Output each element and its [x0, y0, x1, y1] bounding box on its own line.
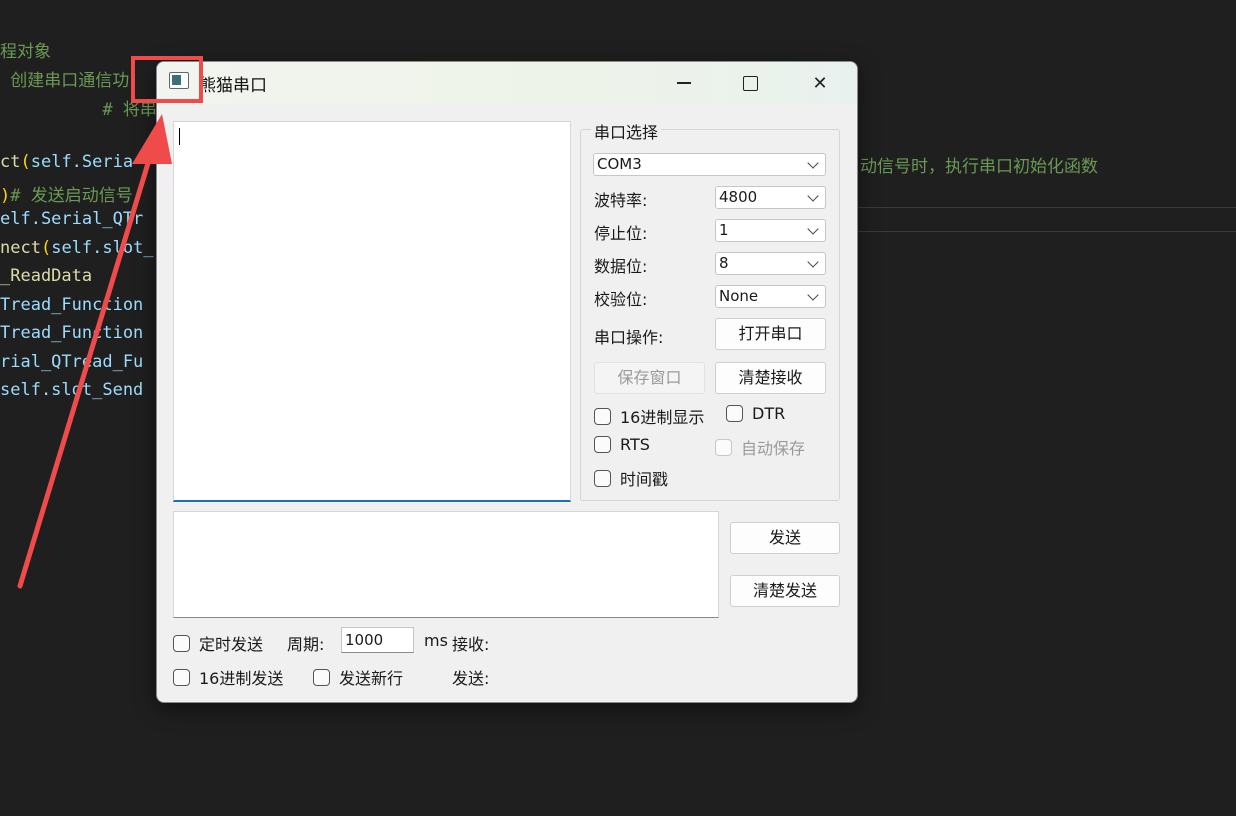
arrow-head: [132, 114, 172, 164]
arrow-shaft: [17, 147, 155, 589]
annotation-arrow: [17, 114, 172, 589]
